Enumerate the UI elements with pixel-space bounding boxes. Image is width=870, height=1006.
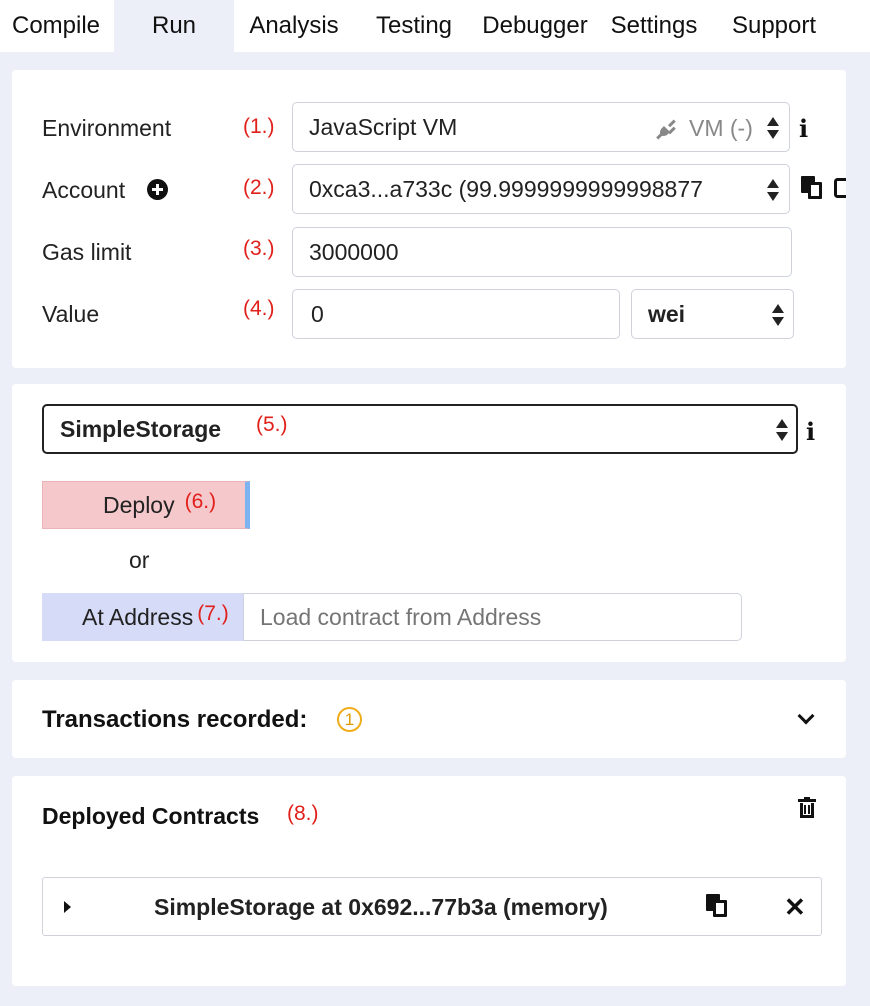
plus-circle-icon[interactable] [147, 179, 168, 200]
caret-right-icon[interactable] [64, 901, 71, 913]
address-field[interactable] [243, 593, 742, 641]
tab-label: Run [151, 12, 197, 39]
gas-limit-marker: (3.) [243, 237, 275, 260]
tab-label: Analysis [249, 12, 339, 39]
account-value: 0xca3...a733c (99.9999999999998877 [309, 175, 703, 202]
address-input[interactable] [260, 603, 741, 631]
tab-bar: Compile Run Analysis Testing Debugger Se… [0, 0, 870, 52]
contract-select[interactable]: SimpleStorage (5.) [42, 404, 798, 454]
transactions-label: Transactions recorded: [42, 706, 308, 733]
environment-info-icon[interactable]: i [799, 114, 808, 143]
environment-marker: (1.) [243, 115, 275, 138]
at-address-button[interactable]: At Address (7.) [42, 593, 244, 641]
value-marker: (4.) [243, 297, 275, 320]
tab-analysis[interactable]: Analysis [236, 0, 352, 52]
transactions-card[interactable]: Transactions recorded: 1 [12, 680, 846, 758]
tab-debugger[interactable]: Debugger [474, 0, 596, 52]
environment-value: JavaScript VM [309, 113, 458, 140]
account-label: Account [42, 177, 126, 203]
deploy-label: Deploy [103, 491, 175, 518]
tab-testing[interactable]: Testing [362, 0, 466, 52]
tab-label: Support [731, 12, 817, 39]
instance-label: SimpleStorage at 0x692...77b3a (memory) [154, 894, 608, 920]
value-unit-select[interactable]: wei [631, 289, 794, 339]
settings-card: Environment (1.) JavaScript VM VM (-) i … [12, 70, 846, 368]
select-arrows-icon [772, 304, 784, 326]
tab-settings[interactable]: Settings [602, 0, 706, 52]
chevron-down-icon[interactable] [797, 707, 815, 725]
tab-label: Debugger [482, 12, 588, 39]
environment-select[interactable]: JavaScript VM VM (-) [292, 102, 790, 152]
value-label: Value [42, 301, 100, 327]
select-arrows-icon [776, 419, 788, 441]
account-select[interactable]: 0xca3...a733c (99.9999999999998877 [292, 164, 790, 214]
gas-limit-input[interactable] [309, 238, 791, 266]
select-arrows-icon [767, 179, 779, 201]
at-address-label: At Address [82, 603, 194, 630]
value-input[interactable] [311, 300, 619, 328]
deployed-title: Deployed Contracts [42, 803, 260, 829]
deploy-button[interactable]: Deploy (6.) [42, 481, 250, 529]
copy-icon[interactable] [706, 894, 728, 918]
tab-label: Testing [375, 12, 453, 39]
plug-icon [656, 119, 676, 140]
tab-label: Settings [610, 12, 698, 39]
deployed-instance[interactable]: SimpleStorage at 0x692...77b3a (memory) … [42, 877, 822, 936]
contract-marker: (5.) [256, 413, 288, 436]
or-text: or [129, 547, 150, 573]
environment-badge: VM (-) [689, 115, 753, 141]
gas-limit-field[interactable] [292, 227, 792, 277]
value-field[interactable] [292, 289, 620, 339]
deployed-marker: (8.) [287, 802, 319, 825]
contract-name: SimpleStorage [60, 415, 222, 442]
tab-compile[interactable]: Compile [0, 0, 112, 52]
value-unit: wei [648, 300, 686, 327]
tab-label: Compile [11, 12, 101, 39]
select-arrows-icon [767, 117, 779, 139]
tab-run[interactable]: Run [114, 0, 234, 52]
environment-label: Environment [42, 115, 172, 141]
at-address-marker: (7.) [197, 602, 229, 625]
copy-icon[interactable] [801, 176, 823, 200]
close-icon[interactable]: ✕ [784, 894, 806, 920]
tab-support[interactable]: Support [720, 0, 828, 52]
contract-info-icon[interactable]: i [806, 417, 815, 446]
trash-icon[interactable] [798, 797, 816, 819]
transactions-count-badge: 1 [337, 707, 362, 732]
gas-limit-label: Gas limit [42, 239, 132, 265]
account-marker: (2.) [243, 176, 275, 199]
edit-icon[interactable] [834, 178, 846, 198]
deploy-marker: (6.) [184, 490, 217, 513]
deployed-contracts-card: Deployed Contracts (8.) SimpleStorage at… [12, 776, 846, 986]
contract-card: SimpleStorage (5.) i Deploy (6.) or At A… [12, 384, 846, 662]
